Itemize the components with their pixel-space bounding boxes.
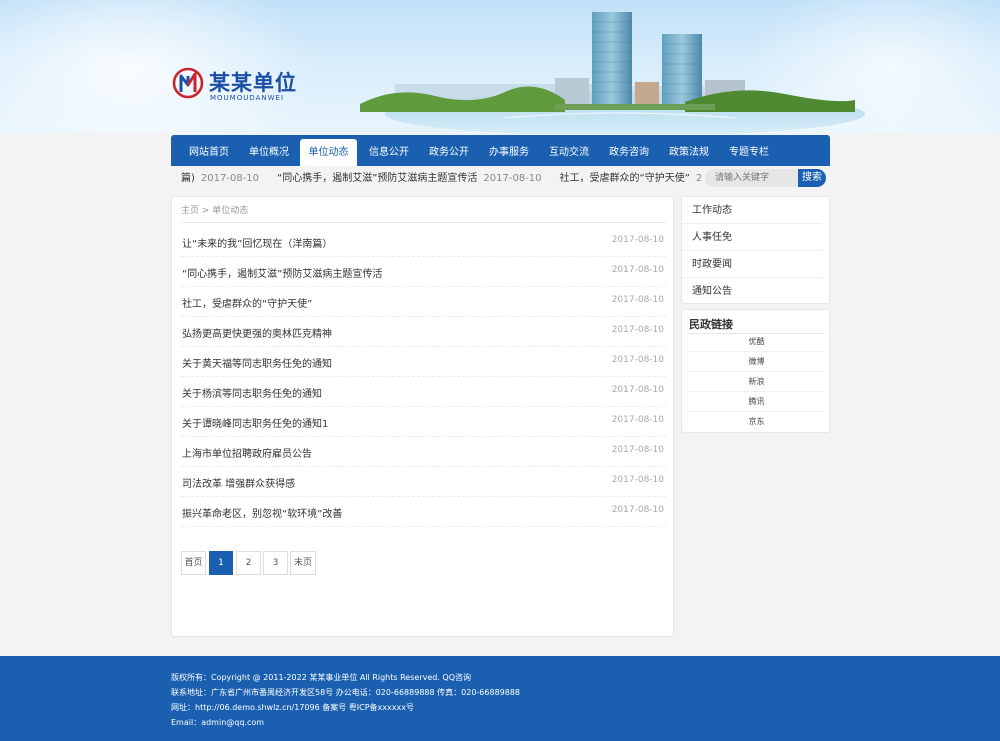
logo-emblem-icon [172, 67, 204, 99]
article-title[interactable]: 司法改革 增强群众获得感 [182, 475, 295, 490]
article-title[interactable]: 让“未来的我”回忆现在（洋南篇） [182, 235, 332, 250]
ticker-item-date: 2017-08-10 [483, 173, 542, 184]
article-date: 2017-08-10 [611, 325, 664, 335]
sidebar-item-announcements[interactable]: 通知公告 [682, 278, 822, 305]
pagination-last-button[interactable]: 末页 [290, 551, 316, 575]
article-title[interactable]: 社工，受虐群众的“守护天使” [182, 295, 312, 310]
article-title[interactable]: “同心携手，遏制艾滋”预防艾滋病主题宣传活 [182, 265, 382, 280]
nav-item-services[interactable]: 办事服务 [479, 139, 539, 166]
article-title[interactable]: 关于黄天福等同志职务任免的通知 [182, 355, 332, 370]
sidebar-link-weibo[interactable]: 微博 [688, 352, 825, 372]
nav-item-info-disclosure[interactable]: 信息公开 [359, 139, 419, 166]
list-item[interactable]: 振兴革命老区，别忽视“软环境”改善 2017-08-10 [181, 497, 666, 527]
nav-item-consultation[interactable]: 政务咨询 [599, 139, 659, 166]
site-footer: 版权所有：Copyright @ 2011-2022 某某事业单位 All Ri… [0, 656, 1000, 741]
footer-copyright: 版权所有：Copyright @ 2011-2022 某某事业单位 All Ri… [171, 673, 472, 682]
footer-website: 网址：http://06.demo.shwlz.cn/17096 备案号 粤IC… [171, 703, 414, 712]
article-date: 2017-08-10 [611, 295, 664, 305]
breadcrumb: 主页 > 单位动态 [181, 206, 249, 216]
main-navigation: 网站首页 单位概况 单位动态 信息公开 政务公开 办事服务 互动交流 政务咨询 … [171, 135, 830, 166]
pagination-page-3[interactable]: 3 [263, 551, 288, 575]
ticker-search-bar: 篇) 2017-08-10 “同心携手，遏制艾滋”预防艾滋病主题宣传活 2017-08… [171, 166, 830, 191]
sidebar-link-tencent[interactable]: 腾讯 [688, 392, 825, 412]
article-title[interactable]: 上海市单位招聘政府雇员公告 [182, 445, 312, 460]
header-city-banner-image [360, 12, 865, 134]
pagination-page-1[interactable]: 1 [209, 551, 233, 575]
nav-item-policies[interactable]: 政策法规 [659, 139, 719, 166]
sidebar-item-current-affairs[interactable]: 时政要闻 [682, 251, 822, 278]
nav-item-overview[interactable]: 单位概况 [239, 139, 299, 166]
article-date: 2017-08-10 [611, 235, 664, 245]
list-item[interactable]: 让“未来的我”回忆现在（洋南篇） 2017-08-10 [181, 227, 666, 257]
nav-item-special-topics[interactable]: 专题专栏 [719, 139, 779, 166]
sidebar-link-youku[interactable]: 优酷 [688, 332, 825, 352]
nav-item-interaction[interactable]: 互动交流 [539, 139, 599, 166]
ticker-item-date: 2017-08-10 [200, 173, 260, 184]
article-date: 2017-08-10 [611, 265, 664, 275]
pagination-first-button[interactable]: 首页 [181, 551, 206, 575]
nav-item-home[interactable]: 网站首页 [179, 139, 239, 166]
breadcrumb-divider [181, 222, 666, 223]
footer-address: 联系地址：广东省广州市番禺经济开发区58号 办公电话：020-66889888 … [171, 688, 521, 697]
article-date: 2017-08-10 [611, 355, 664, 365]
article-date: 2017-08-10 [611, 445, 664, 455]
article-title[interactable]: 关于谭晓峰同志职务任免的通知1 [182, 415, 328, 430]
article-title[interactable]: 弘扬更高更快更强的奥林匹克精神 [182, 325, 332, 340]
sidebar-item-appointments[interactable]: 人事任免 [682, 224, 822, 251]
sidebar-item-work-news[interactable]: 工作动态 [682, 197, 822, 224]
nav-item-news[interactable]: 单位动态 [300, 139, 357, 166]
ticker-item-title[interactable]: “同心携手，遏制艾滋”预防艾滋病主题宣传活 [277, 173, 477, 184]
list-item[interactable]: 关于黄天福等同志职务任免的通知 2017-08-10 [181, 347, 666, 377]
sidebar-links-title: 民政链接 [689, 318, 733, 331]
search-button[interactable]: 搜索 [798, 169, 826, 187]
list-item[interactable]: 上海市单位招聘政府雇员公告 2017-08-10 [181, 437, 666, 467]
search-input[interactable] [705, 169, 798, 187]
article-list-panel: 主页 > 单位动态 让“未来的我”回忆现在（洋南篇） 2017-08-10 “同… [171, 196, 674, 637]
article-title[interactable]: 振兴革命老区，别忽视“软环境”改善 [182, 505, 342, 520]
list-item[interactable]: 弘扬更高更快更强的奥林匹克精神 2017-08-10 [181, 317, 666, 347]
logo-subtitle: MOUMOUDANWEI [210, 94, 285, 102]
sidebar-link-jd[interactable]: 京东 [688, 412, 825, 432]
list-item[interactable]: 关于谭晓峰同志职务任免的通知1 2017-08-10 [181, 407, 666, 437]
nav-item-government-affairs[interactable]: 政务公开 [419, 139, 479, 166]
sidebar-link-sina[interactable]: 新浪 [688, 372, 825, 392]
site-logo[interactable]: 某某单位 MOUMOUDANWEI [172, 67, 312, 107]
logo-title: 某某单位 [209, 70, 297, 95]
pagination-page-2[interactable]: 2 [236, 551, 261, 575]
sidebar-links: 民政链接 优酷 微博 新浪 腾讯 京东 [681, 309, 830, 433]
ticker-item-title[interactable]: 篇) [181, 173, 195, 184]
list-item[interactable]: 司法改革 增强群众获得感 2017-08-10 [181, 467, 666, 497]
ticker-item-title[interactable]: 社工，受虐群众的“守护天使” [560, 173, 690, 184]
article-date: 2017-08-10 [611, 385, 664, 395]
list-item[interactable]: “同心携手，遏制艾滋”预防艾滋病主题宣传活 2017-08-10 [181, 257, 666, 287]
news-ticker: 篇) 2017-08-10 “同心携手，遏制艾滋”预防艾滋病主题宣传活 2017-08… [181, 166, 701, 191]
sidebar-categories: 工作动态 人事任免 时政要闻 通知公告 [681, 196, 830, 304]
article-date: 2017-08-10 [611, 475, 664, 485]
article-date: 2017-08-10 [611, 415, 664, 425]
site-header: 某某单位 MOUMOUDANWEI [0, 0, 1000, 134]
article-date: 2017-08-10 [611, 505, 664, 515]
list-item[interactable]: 社工，受虐群众的“守护天使” 2017-08-10 [181, 287, 666, 317]
footer-email: Email：admin@qq.com [171, 718, 265, 727]
list-item[interactable]: 关于杨滨等同志职务任免的通知 2017-08-10 [181, 377, 666, 407]
article-title[interactable]: 关于杨滨等同志职务任免的通知 [182, 385, 322, 400]
ticker-item-date: 2017-08-10 [695, 173, 701, 184]
